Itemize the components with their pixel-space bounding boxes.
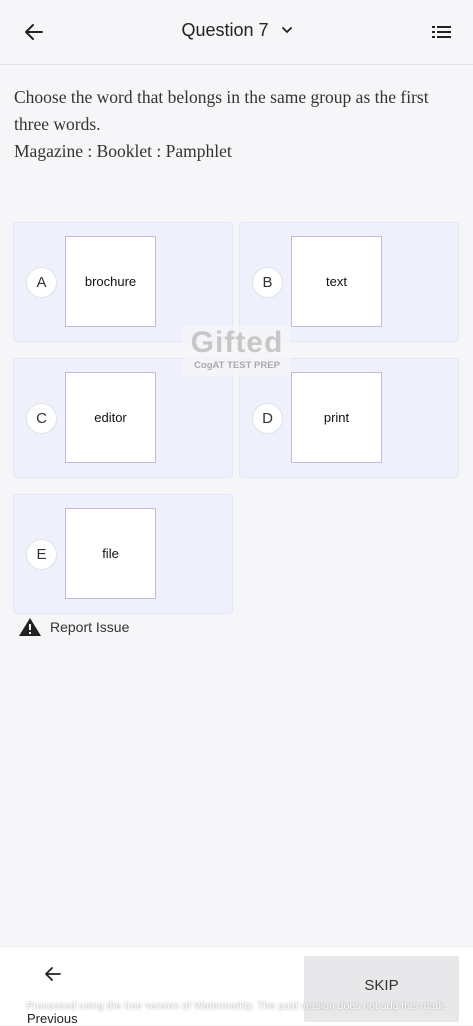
gifted-logo: Gifted CogAT TEST PREP [183,326,291,376]
option-c[interactable]: C editor [13,358,233,478]
skip-button[interactable]: SKIP [304,956,459,1022]
arrow-left-icon [45,967,61,981]
bottom-bar: Previous SKIP [0,946,473,1026]
list-icon [432,26,451,38]
option-word: brochure [65,236,156,327]
option-letter: A [26,267,57,298]
question-prompt: Choose the word that belongs in the same… [14,87,429,134]
option-word: file [65,508,156,599]
option-e[interactable]: E file [13,494,233,614]
question-words: Magazine : Booklet : Pamphlet [14,141,232,161]
question-selector[interactable]: Question 7 [0,20,473,41]
warning-icon [19,618,41,636]
logo-subtitle: CogAT TEST PREP [194,360,280,371]
question-list-button[interactable] [431,22,453,42]
option-letter: B [252,267,283,298]
option-letter: D [252,403,283,434]
watermark-note: Processed using the free version of Wate… [26,1000,447,1012]
question-text: Choose the word that belongs in the same… [14,84,459,165]
option-b[interactable]: B text [239,222,459,342]
option-a[interactable]: A brochure [13,222,233,342]
page-title: Question 7 [181,20,269,40]
option-word: print [291,372,382,463]
option-d[interactable]: D print [239,358,459,478]
report-issue-label: Report Issue [50,619,130,635]
top-bar: Question 7 [0,0,473,65]
option-letter: C [26,403,57,434]
chevron-down-icon [281,27,292,34]
option-letter: E [26,539,57,570]
previous-button[interactable]: Previous [22,961,86,1026]
option-word: editor [65,372,156,463]
option-word: text [291,236,382,327]
logo-title: Gifted [190,326,284,359]
